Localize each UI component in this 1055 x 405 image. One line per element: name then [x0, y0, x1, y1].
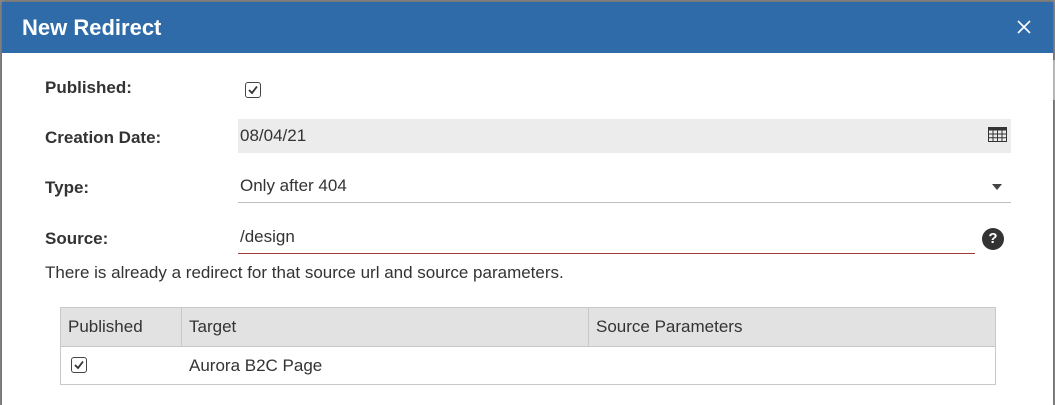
column-header-source-parameters: Source Parameters — [596, 317, 743, 336]
published-label: Published: — [45, 78, 132, 97]
calendar-icon[interactable] — [988, 127, 1007, 142]
source-label: Source: — [45, 229, 109, 248]
table-header: Published Target Source Parameters — [61, 308, 995, 347]
close-icon — [1017, 20, 1031, 34]
creation-date-value: 08/04/21 — [240, 126, 307, 145]
duplicate-source-warning: There is already a redirect for that sou… — [45, 263, 564, 282]
type-select[interactable]: Only after 404 — [238, 169, 1011, 203]
checkmark-icon — [248, 85, 258, 95]
row-target: Aurora B2C Page — [189, 356, 323, 375]
row-published-checkbox — [71, 357, 87, 373]
dialog-title: New Redirect — [22, 15, 162, 40]
column-header-target: Target — [182, 308, 589, 346]
checkmark-icon — [74, 360, 84, 370]
chevron-down-icon — [992, 184, 1002, 190]
type-selected-value: Only after 404 — [240, 176, 347, 195]
published-checkbox[interactable] — [245, 82, 261, 98]
close-button[interactable] — [1009, 12, 1039, 42]
help-icon[interactable]: ? — [982, 228, 1004, 250]
source-value: /design — [240, 227, 295, 246]
type-label: Type: — [45, 178, 90, 197]
dialog-titlebar: New Redirect — [2, 2, 1053, 53]
table-row[interactable]: Aurora B2C Page — [61, 347, 995, 384]
new-redirect-dialog: New Redirect Published: Creation Date: 0… — [2, 2, 1053, 405]
column-header-published: Published — [61, 308, 182, 346]
source-input[interactable]: /design — [238, 220, 975, 254]
existing-redirects-table: Published Target Source Parameters Auror… — [60, 307, 996, 385]
creation-date-field[interactable]: 08/04/21 — [238, 119, 1011, 153]
creation-date-label: Creation Date: — [45, 128, 162, 147]
